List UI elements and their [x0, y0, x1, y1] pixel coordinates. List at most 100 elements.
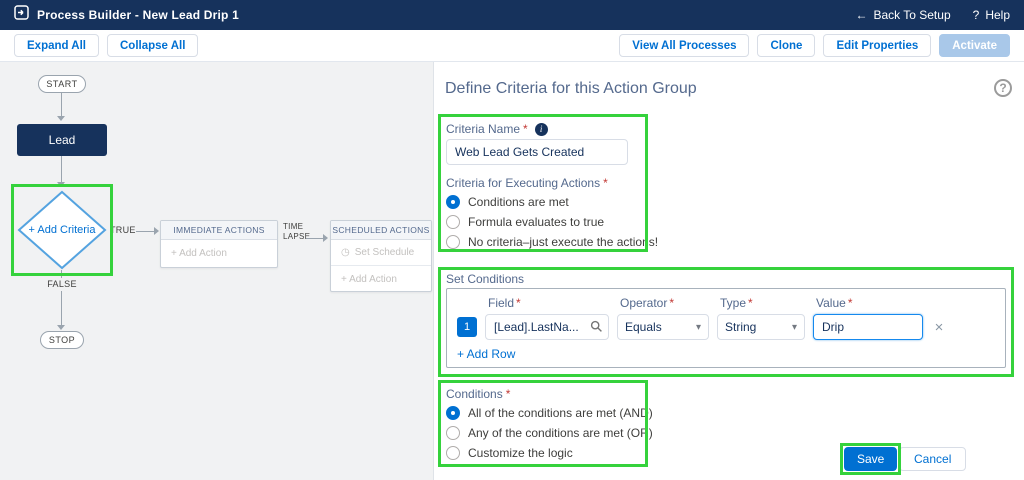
save-button[interactable]: Save [844, 447, 898, 471]
process-builder-app: Process Builder - New Lead Drip 1 ← Back… [0, 0, 1024, 480]
connector-line [306, 238, 324, 239]
false-branch-label: FALSE [47, 279, 77, 289]
top-links: ← Back To Setup ? Help [855, 8, 1010, 22]
connector-line [61, 93, 62, 116]
operator-select[interactable]: Equals ▾ [617, 314, 709, 340]
cancel-button[interactable]: Cancel [899, 447, 967, 471]
view-all-processes-button[interactable]: View All Processes [619, 34, 750, 57]
required-marker: * [748, 296, 753, 310]
condition-row: 1 Equals ▾ String ▾ [457, 314, 995, 340]
help-link[interactable]: ? Help [973, 8, 1010, 22]
toolbar-right: View All Processes Clone Edit Properties… [619, 34, 1010, 57]
conditions-label: Conditions * [446, 387, 510, 401]
connector-line [61, 270, 62, 278]
radio-label: Formula evaluates to true [468, 215, 605, 229]
info-icon[interactable]: i [534, 122, 548, 136]
help-question-icon: ? [972, 8, 980, 22]
set-conditions-label: Set Conditions [446, 272, 524, 286]
radio-formula-evaluates[interactable]: Formula evaluates to true [446, 215, 604, 229]
delete-row-icon[interactable]: × [931, 320, 947, 335]
process-builder-icon [14, 5, 29, 25]
chevron-down-icon: ▾ [695, 321, 701, 333]
connector-line [136, 231, 155, 232]
criteria-panel: Define Criteria for this Action Group ? … [433, 62, 1024, 480]
toolbar: Expand All Collapse All View All Process… [0, 30, 1024, 62]
arrow-down-icon [57, 325, 65, 330]
connector-line [61, 291, 62, 326]
arrow-right-icon [323, 234, 328, 242]
arrow-down-icon [57, 116, 65, 121]
back-arrow-icon: ← [855, 8, 868, 22]
criteria-name-input[interactable] [446, 139, 628, 165]
process-canvas: START Lead + Add Criteria TRUE IMMEDIATE… [0, 62, 433, 480]
add-row-button[interactable]: + Add Row [457, 347, 515, 361]
stop-node: STOP [40, 331, 84, 349]
criteria-name-text: Criteria Name [446, 122, 521, 136]
radio-button-selected [446, 195, 460, 209]
chevron-down-icon: ▾ [791, 321, 797, 333]
brand: Process Builder - New Lead Drip 1 [14, 5, 239, 25]
time-lapse-label: TIME LAPSE [283, 222, 311, 241]
arrow-down-icon [57, 182, 65, 187]
conditions-table: Field* Operator* Type* Value* 1 Equals [446, 288, 1006, 368]
type-select[interactable]: String ▾ [717, 314, 805, 340]
clone-button[interactable]: Clone [757, 34, 816, 57]
required-marker: * [847, 296, 853, 310]
start-node: START [38, 75, 86, 93]
column-type: Type * [720, 296, 753, 310]
add-criteria-diamond[interactable]: + Add Criteria [17, 190, 107, 270]
column-field: Field * [488, 296, 521, 310]
set-schedule-item[interactable]: ◷ Set Schedule [331, 240, 431, 266]
immediate-add-action[interactable]: + Add Action [161, 240, 277, 266]
radio-label: No criteria–just execute the actions! [468, 235, 659, 249]
required-marker: * [505, 387, 511, 401]
radio-customize-logic[interactable]: Customize the logic [446, 446, 573, 460]
scheduled-actions-box: SCHEDULED ACTIONS ◷ Set Schedule + Add A… [330, 220, 432, 292]
required-marker: * [603, 176, 608, 190]
value-cell [813, 314, 923, 340]
required-marker: * [523, 122, 528, 136]
app-title: Process Builder - New Lead Drip 1 [37, 8, 239, 22]
criteria-name-label: Criteria Name * i [446, 122, 548, 136]
radio-no-criteria[interactable]: No criteria–just execute the actions! [446, 235, 658, 249]
required-marker: * [516, 296, 521, 310]
clock-icon: ◷ [341, 247, 350, 258]
type-value: String [725, 320, 757, 334]
back-to-setup-link[interactable]: ← Back To Setup [855, 8, 950, 22]
conditions-text: Conditions [446, 387, 503, 401]
panel-title: Define Criteria for this Action Group [445, 80, 697, 97]
radio-button [446, 446, 460, 460]
column-value: Value * [816, 296, 853, 310]
scheduled-add-action[interactable]: + Add Action [331, 266, 431, 291]
field-lookup[interactable] [485, 314, 609, 340]
main-area: START Lead + Add Criteria TRUE IMMEDIATE… [0, 62, 1024, 480]
object-node-lead[interactable]: Lead [17, 124, 107, 156]
radio-any-conditions-or[interactable]: Any of the conditions are met (OR) [446, 426, 653, 440]
connector-line [61, 156, 62, 182]
add-criteria-label: + Add Criteria [28, 224, 96, 236]
panel-help-icon[interactable]: ? [994, 79, 1012, 97]
column-operator: Operator * [620, 296, 675, 310]
radio-label: Conditions are met [468, 195, 569, 209]
scheduled-actions-title: SCHEDULED ACTIONS [331, 221, 431, 240]
back-to-setup-label: Back To Setup [873, 8, 951, 22]
immediate-actions-box: IMMEDIATE ACTIONS + Add Action [160, 220, 278, 268]
set-schedule-label: Set Schedule [354, 247, 415, 258]
radio-button [446, 426, 460, 440]
collapse-all-button[interactable]: Collapse All [107, 34, 199, 57]
radio-label: Customize the logic [468, 446, 573, 460]
radio-button-selected [446, 406, 460, 420]
top-header: Process Builder - New Lead Drip 1 ← Back… [0, 0, 1024, 30]
radio-conditions-are-met[interactable]: Conditions are met [446, 195, 569, 209]
value-input[interactable] [813, 314, 923, 340]
expand-all-button[interactable]: Expand All [14, 34, 99, 57]
true-branch-label: TRUE [110, 225, 136, 235]
radio-all-conditions-and[interactable]: All of the conditions are met (AND) [446, 406, 653, 420]
edit-properties-button[interactable]: Edit Properties [823, 34, 932, 57]
radio-button [446, 235, 460, 249]
required-marker: * [669, 296, 675, 310]
executing-actions-text: Criteria for Executing Actions [446, 176, 601, 190]
arrow-right-icon [154, 227, 159, 235]
search-icon [590, 320, 603, 338]
radio-label: Any of the conditions are met (OR) [468, 426, 653, 440]
